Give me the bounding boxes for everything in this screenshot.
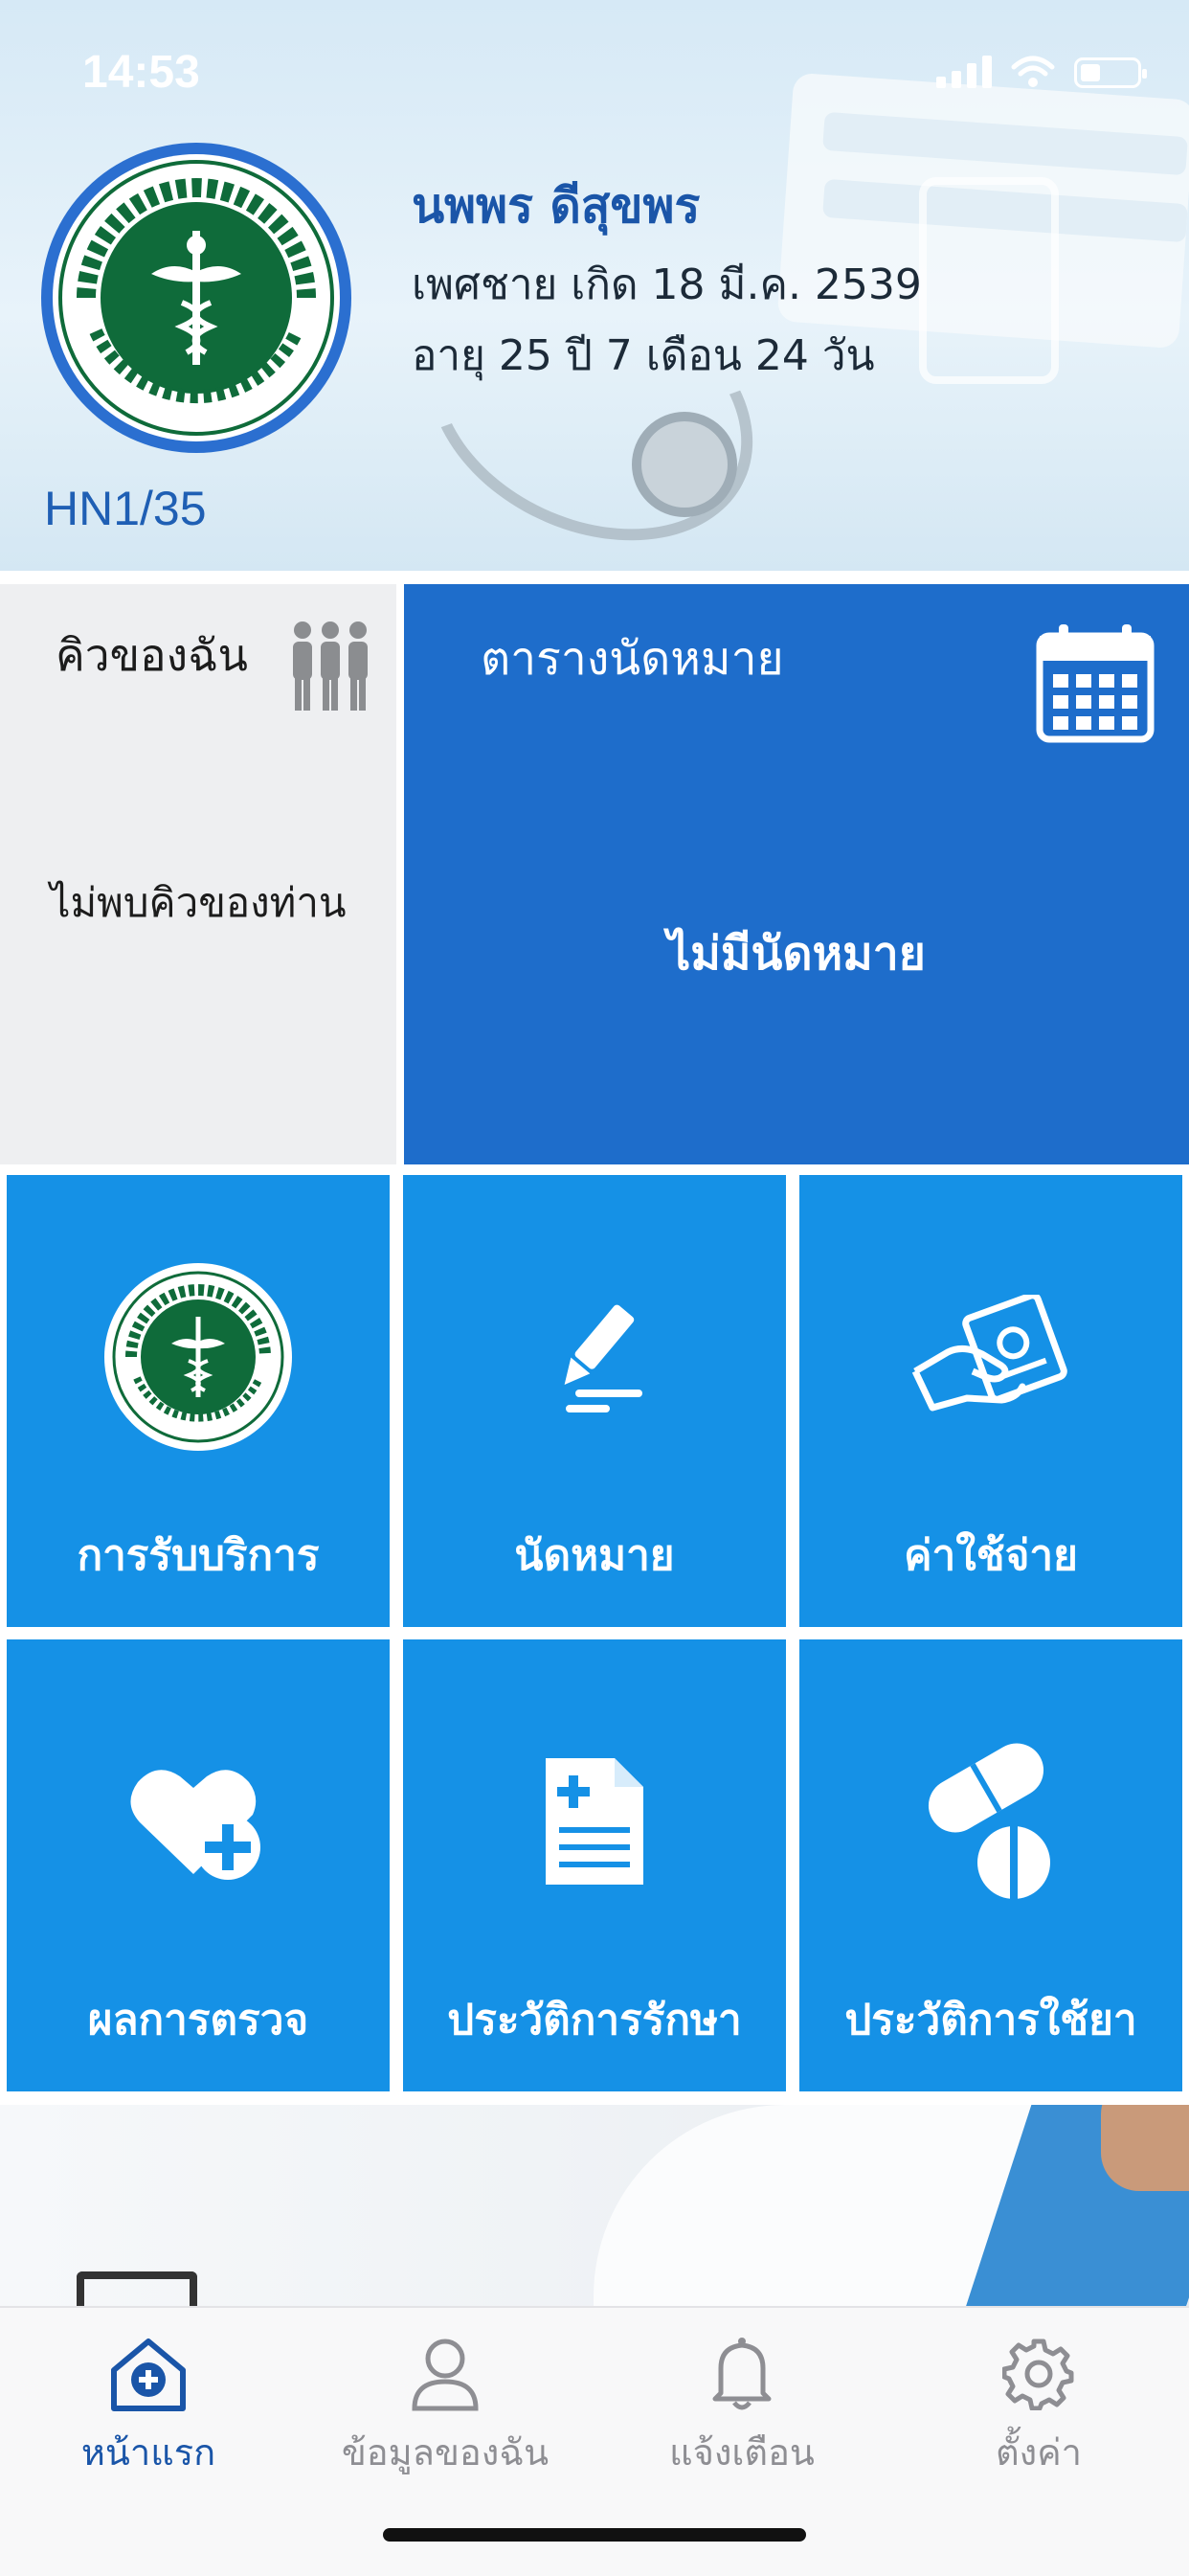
- tab-notifications[interactable]: แจ้งเตือน: [594, 2331, 890, 2481]
- people-queue-icon: [293, 621, 368, 711]
- pills-icon: [928, 1743, 1050, 1899]
- menu-tile-services[interactable]: การรับบริการ: [7, 1175, 390, 1627]
- tab-settings-label: ตั้งค่า: [996, 2431, 1082, 2474]
- my-queue-title: คิวของฉัน: [56, 629, 248, 681]
- patient-age: อายุ 25 ปี 7 เดือน 24 วัน: [412, 331, 875, 380]
- heart-plus-icon: [130, 1770, 260, 1880]
- menu-tile-treatment-history[interactable]: ประวัติการรักษา: [403, 1639, 786, 2091]
- my-queue-card[interactable]: คิวของฉัน ไม่พบคิวของท่าน: [0, 584, 396, 1164]
- menu-label-exam-results: ผลการตรวจ: [87, 1996, 309, 2045]
- tab-home-label: หน้าแรก: [80, 2431, 216, 2474]
- pencil-sign-icon: [564, 1304, 642, 1412]
- appointment-schedule-card[interactable]: ตารางนัดหมาย ไม่มีนัดหมาย: [404, 584, 1189, 1164]
- hand-payment-icon: [911, 1295, 1067, 1412]
- menu-label-expenses: ค่าใช้จ่าย: [904, 1531, 1078, 1580]
- tab-my-info[interactable]: ข้อมูลของฉัน: [297, 2331, 594, 2481]
- gear-icon: [1002, 2339, 1074, 2410]
- hospital-number: HN1/35: [44, 482, 207, 535]
- background-glass: [919, 177, 1059, 384]
- profile-header: 14:53 HN1/35 นพพร ดีสุขพร เพศชาย เกิด 18…: [0, 0, 1189, 571]
- battery-icon: [1074, 57, 1147, 88]
- appointment-schedule-title: ตารางนัดหมาย: [481, 632, 784, 686]
- menu-label-services: การรับบริการ: [77, 1531, 320, 1580]
- tab-my-info-label: ข้อมูลของฉัน: [341, 2431, 550, 2474]
- queue-empty-text: ไม่พบคิวของท่าน: [50, 879, 347, 926]
- menu-label-treatment-history: ประวัติการรักษา: [447, 1996, 742, 2045]
- menu-tile-appointment[interactable]: นัดหมาย: [403, 1175, 786, 1627]
- tab-home[interactable]: หน้าแรก: [0, 2331, 297, 2481]
- menu-tile-exam-results[interactable]: ผลการตรวจ: [7, 1639, 390, 2091]
- ministry-logo-icon: [104, 1263, 292, 1451]
- wifi-icon: [1011, 56, 1055, 87]
- medical-document-icon: [546, 1758, 643, 1885]
- menu-label-medication-history: ประวัติการใช้ยา: [844, 1996, 1137, 2045]
- background-stethoscope-chest: [632, 412, 737, 517]
- menu-tile-expenses[interactable]: ค่าใช้จ่าย: [799, 1175, 1182, 1627]
- status-time: 14:53: [82, 47, 200, 98]
- status-bar: 14:53: [0, 0, 1189, 124]
- tab-notifications-label: แจ้งเตือน: [669, 2431, 815, 2474]
- patient-sex-birth: เพศชาย เกิด 18 มี.ค. 2539: [412, 260, 922, 309]
- banner-doctor-neck: [1101, 2105, 1189, 2191]
- menu-tile-medication-history[interactable]: ประวัติการใช้ยา: [799, 1639, 1182, 2091]
- status-icons: [936, 54, 1147, 88]
- home-indicator[interactable]: [383, 2528, 806, 2542]
- tab-settings[interactable]: ตั้งค่า: [890, 2331, 1187, 2481]
- bell-icon: [712, 2338, 772, 2410]
- ministry-logo: [41, 143, 351, 453]
- appointment-empty-text: ไม่มีนัดหมาย: [667, 927, 926, 981]
- menu-label-appointment: นัดหมาย: [514, 1531, 675, 1580]
- home-plus-icon: [111, 2339, 186, 2411]
- calendar-icon: [1036, 624, 1155, 743]
- patient-name: นพพร ดีสุขพร: [412, 178, 701, 234]
- signal-icon: [936, 54, 992, 88]
- person-icon: [412, 2339, 479, 2411]
